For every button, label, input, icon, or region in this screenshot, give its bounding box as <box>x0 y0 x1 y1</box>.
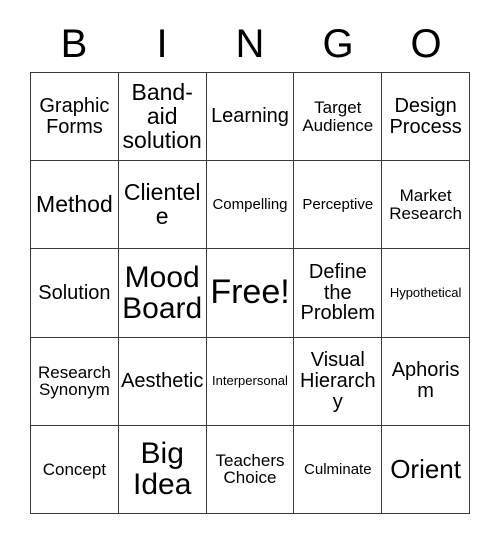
bingo-cell-label: Solution <box>38 281 111 304</box>
bingo-cell-label: Teachers Choice <box>215 450 285 488</box>
bingo-header-letter-b: B <box>60 22 88 66</box>
bingo-header-letter-g: G <box>322 22 354 66</box>
bingo-header-letter-o: O <box>410 22 442 66</box>
bingo-cell-label: Compelling <box>212 195 288 213</box>
bingo-grid: Graphic Forms Band-aid solution Learning Ta… <box>30 72 470 514</box>
bingo-cell[interactable]: Target Audience <box>294 73 383 162</box>
bingo-header-letter-i: I <box>156 22 168 66</box>
bingo-cell[interactable]: Method <box>31 161 119 250</box>
bingo-cell[interactable]: Aphorism <box>382 337 470 426</box>
bingo-cell[interactable]: Hypothetical <box>382 249 470 338</box>
bingo-header-letter-n: N <box>235 22 265 66</box>
bingo-header: B I N G O <box>30 16 470 72</box>
bingo-cell[interactable]: Compelling <box>206 161 295 250</box>
bingo-cell[interactable]: Aesthetic <box>118 337 207 426</box>
bingo-cell-label: Hypothetical <box>389 285 462 301</box>
bingo-cell-label: Perceptive <box>302 195 374 213</box>
bingo-cell[interactable]: Orient <box>382 425 470 514</box>
bingo-cell-label: Aesthetic <box>121 369 204 392</box>
bingo-cell-label: Clientele <box>123 178 201 229</box>
bingo-cell[interactable]: Band-aid solution <box>118 73 207 162</box>
bingo-cell-label: Define the Problem <box>300 260 376 325</box>
bingo-cell[interactable]: Interpersonal <box>206 337 295 426</box>
bingo-cell[interactable]: Clientele <box>118 161 207 250</box>
bingo-free-space[interactable]: Free! <box>206 249 295 338</box>
bingo-cell[interactable]: Visual Hierarchy <box>294 337 383 426</box>
bingo-cell-label: Market Research <box>389 186 462 223</box>
bingo-cell-label: Free! <box>210 273 290 312</box>
bingo-cell[interactable]: Culminate <box>294 425 383 514</box>
bingo-cell[interactable]: Define the Problem <box>294 249 383 338</box>
bingo-cell-label: Orient <box>390 453 461 484</box>
bingo-cell[interactable]: Mood Board <box>118 249 207 338</box>
bingo-cell[interactable]: Concept <box>31 425 119 514</box>
bingo-cell[interactable]: Learning <box>206 73 295 162</box>
bingo-cell-label: Target Audience <box>302 97 374 135</box>
bingo-cell-label: Learning <box>211 105 289 128</box>
bingo-cell[interactable]: Research Synonym <box>31 337 119 426</box>
bingo-cell-label: Design Process <box>389 94 462 138</box>
bingo-cell-label: Aphorism <box>391 359 460 403</box>
bingo-cell-label: Culminate <box>304 460 372 478</box>
bingo-cell-label: Concept <box>42 459 107 479</box>
bingo-cell-label: Band-aid solution <box>122 78 202 153</box>
bingo-cell-label: Mood Board <box>122 260 203 325</box>
bingo-cell[interactable]: Big Idea <box>118 425 207 514</box>
bingo-card: B I N G O Graphic Forms Band-aid solution… <box>0 0 500 544</box>
bingo-cell[interactable]: Market Research <box>382 161 470 250</box>
bingo-cell[interactable]: Graphic Forms <box>31 73 119 162</box>
bingo-cell-label: Research Synonym <box>38 362 111 400</box>
bingo-cell[interactable]: Teachers Choice <box>206 425 295 514</box>
bingo-cell[interactable]: Perceptive <box>294 161 383 250</box>
bingo-cell[interactable]: Solution <box>31 249 119 338</box>
bingo-cell-label: Graphic Forms <box>39 94 110 138</box>
bingo-cell-label: Big Idea <box>133 437 192 502</box>
bingo-cell[interactable]: Design Process <box>382 73 470 162</box>
bingo-cell-label: Interpersonal <box>212 373 288 389</box>
bingo-cell-label: Visual Hierarchy <box>300 349 376 413</box>
bingo-cell-label: Method <box>36 190 113 217</box>
